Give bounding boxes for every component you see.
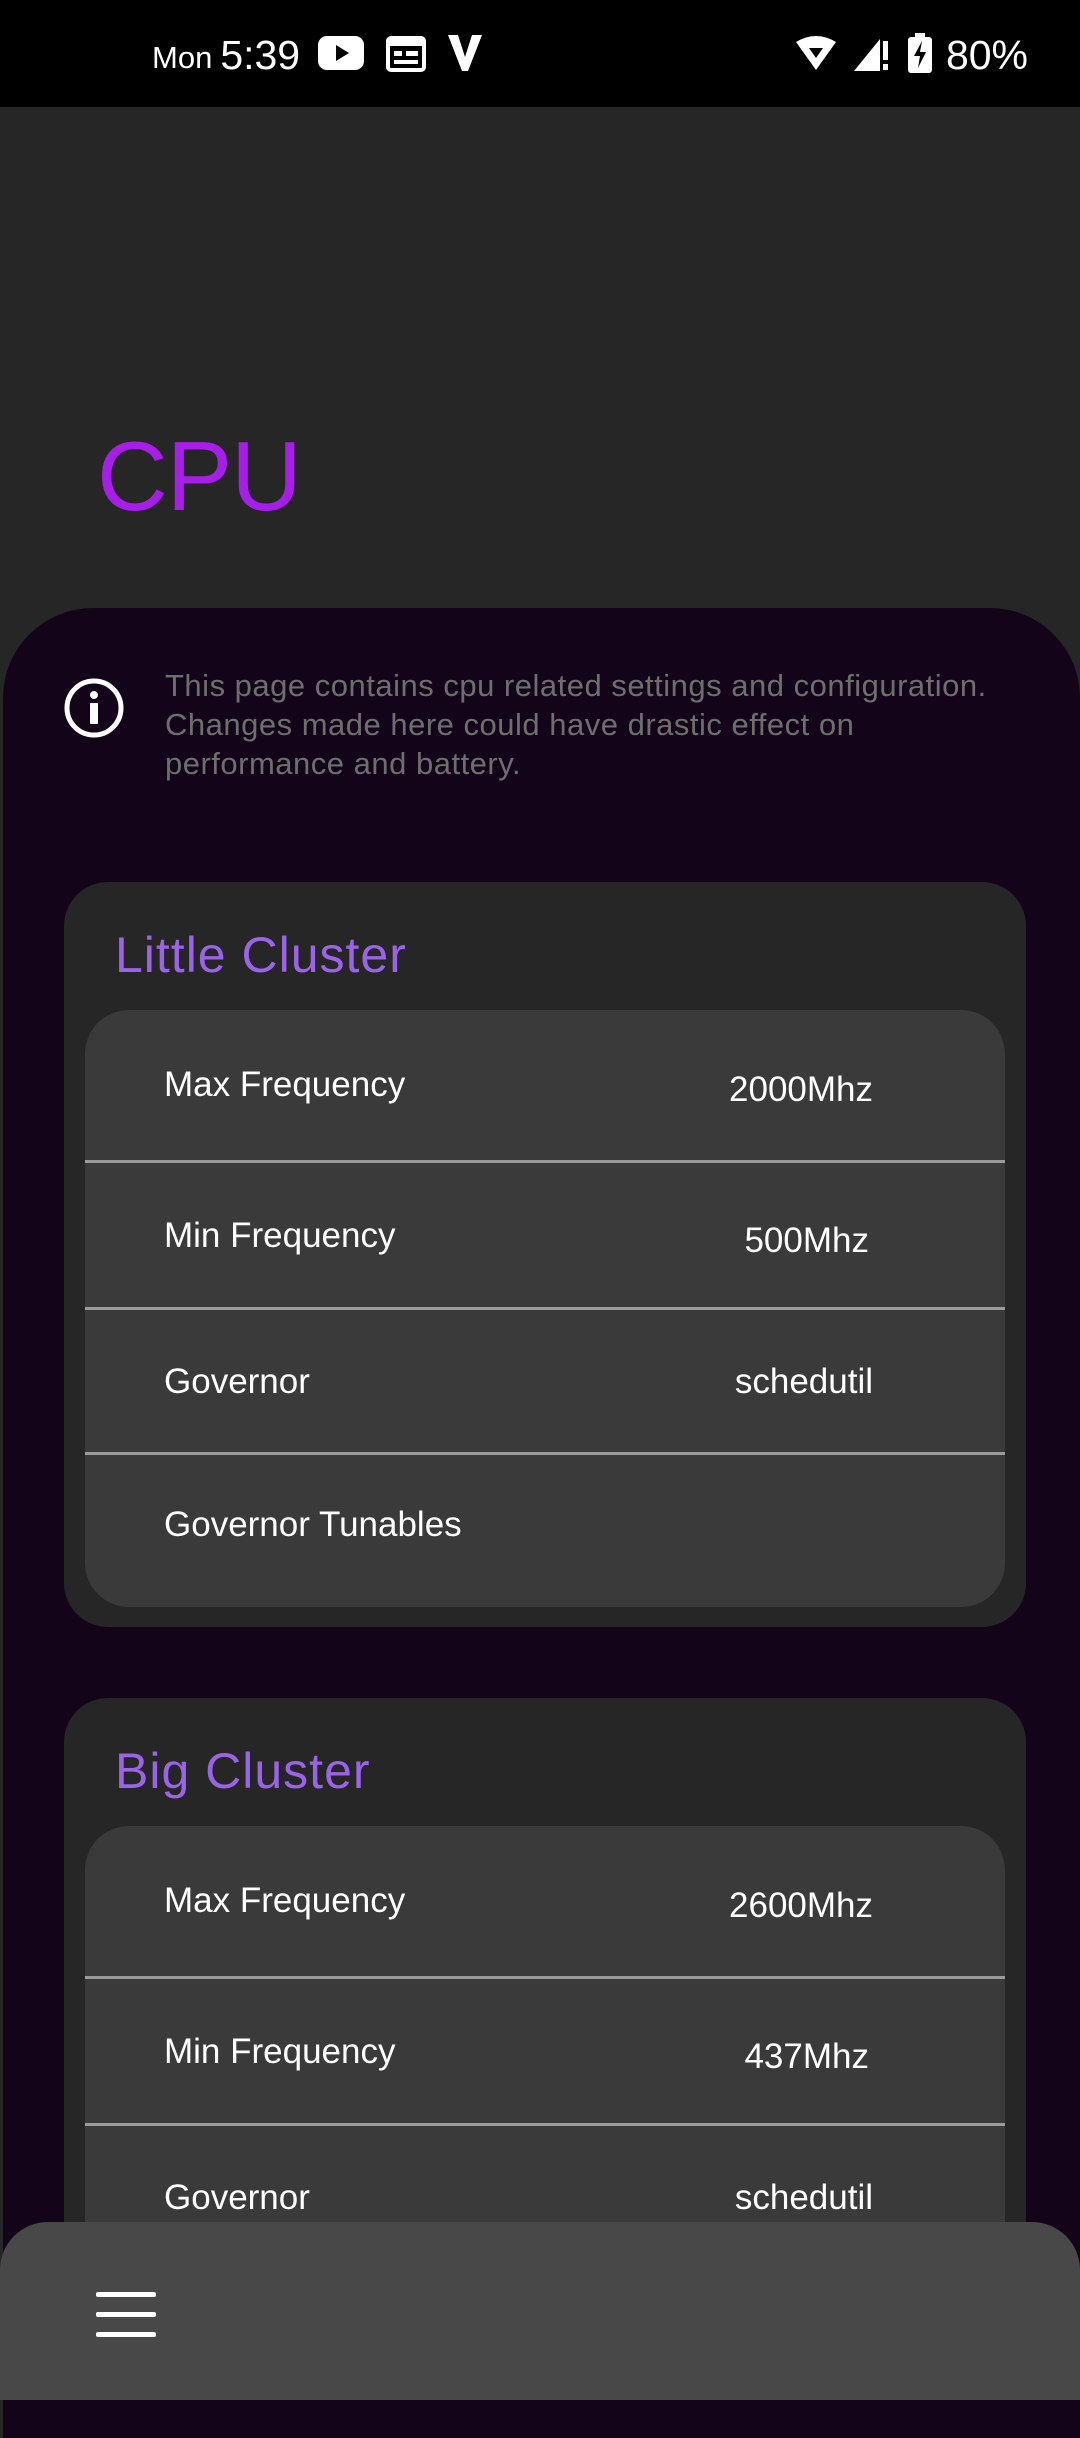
hamburger-menu-icon[interactable] — [96, 2292, 156, 2338]
status-day: Mon — [152, 40, 213, 75]
row-label: Max Frequency — [164, 1881, 406, 1920]
cluster-title: Little Cluster — [115, 927, 407, 983]
status-bar: Mon 5:39 80% — [0, 0, 1080, 107]
row-value: schedutil — [734, 2178, 873, 2217]
row-value: 2600Mhz — [729, 1886, 873, 1925]
row-label: Min Frequency — [164, 2032, 396, 2071]
min-frequency-row[interactable]: Min Frequency 500Mhz — [85, 1163, 1005, 1307]
calendar-icon — [386, 34, 427, 77]
status-bar-right: 80% — [795, 30, 1028, 80]
youtube-icon — [318, 35, 365, 75]
row-value: 2000Mhz — [729, 1070, 873, 1109]
max-frequency-row[interactable]: Max Frequency 2600Mhz — [85, 1826, 1005, 1976]
wifi-icon — [795, 35, 836, 75]
bottom-app-bar — [0, 2222, 1080, 2400]
governor-row[interactable]: Governor schedutil — [85, 1310, 1005, 1452]
signal-icon — [853, 35, 890, 76]
battery-charging-icon — [907, 32, 932, 78]
row-label: Min Frequency — [164, 1216, 396, 1255]
row-value: 500Mhz — [744, 1221, 869, 1260]
min-frequency-row[interactable]: Min Frequency 437Mhz — [85, 1979, 1005, 2123]
row-label: Governor Tunables — [164, 1505, 462, 1544]
info-description: This page contains cpu related settings … — [165, 668, 987, 781]
row-label: Governor — [164, 2178, 310, 2217]
max-frequency-row[interactable]: Max Frequency 2000Mhz — [85, 1010, 1005, 1160]
cluster-settings-list: Max Frequency 2000Mhz Min Frequency 500M… — [85, 1010, 1005, 1607]
status-time: 5:39 — [220, 31, 301, 78]
governor-tunables-row[interactable]: Governor Tunables — [85, 1455, 1005, 1607]
status-bar-left: Mon 5:39 — [152, 30, 504, 80]
row-label: Governor — [164, 1362, 310, 1401]
page-title: CPU — [97, 421, 302, 531]
row-value: schedutil — [734, 1362, 873, 1401]
battery-percentage: 80% — [945, 31, 1028, 78]
row-label: Max Frequency — [164, 1065, 406, 1104]
little-cluster-card: Little Cluster Max Frequency 2000Mhz Min… — [64, 882, 1026, 1627]
cluster-title: Big Cluster — [115, 1743, 371, 1799]
vpn-icon — [448, 34, 483, 76]
info-icon — [62, 676, 126, 740]
row-value: 437Mhz — [744, 2037, 869, 2076]
